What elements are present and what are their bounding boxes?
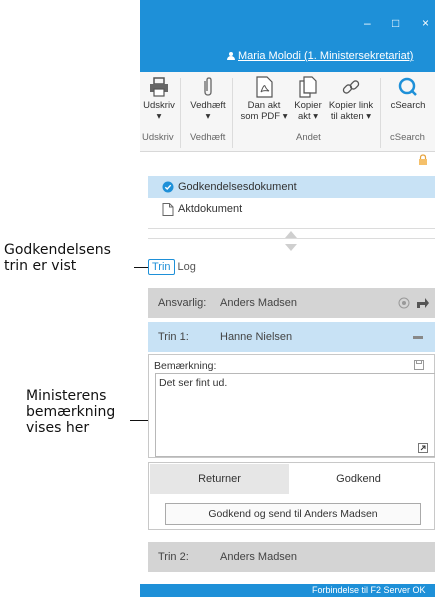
collapse-icon[interactable] (413, 336, 423, 339)
document-icon (162, 203, 174, 216)
step-label: Trin 2: (158, 551, 189, 563)
attach-label: Vedhæft (190, 100, 226, 111)
pdf-dropdown: som PDF ▾ (240, 111, 288, 122)
ribbon-separator (180, 78, 181, 148)
user-link[interactable]: Maria Molodi (1. Ministersekretariat) (238, 50, 413, 62)
search-icon (398, 77, 417, 96)
user-icon (227, 52, 235, 60)
copy-act-label: Kopier (294, 100, 322, 111)
reassign-icon[interactable] (416, 297, 430, 309)
copy-icon (299, 76, 317, 98)
pdf-label: Dan akt (247, 100, 281, 111)
link-icon (342, 80, 360, 94)
copy-act-dropdown: akt ▾ (297, 111, 319, 122)
check-circle-icon (162, 181, 174, 193)
tab-log[interactable]: Log (175, 260, 199, 274)
ribbon-separator (232, 78, 233, 148)
splitter-line (148, 238, 435, 239)
step-approver: Anders Madsen (220, 551, 298, 563)
print-button[interactable]: Udskriv ▾ (142, 76, 176, 122)
return-tab[interactable]: Returner (150, 464, 289, 494)
callout-steps: Godkendelsens trin er vist (4, 242, 111, 274)
attach-button[interactable]: Vedhæft ▾ (190, 76, 226, 122)
responsible-header: Ansvarlig: Anders Madsen (148, 288, 435, 318)
list-item[interactable]: Godkendelsesdokument (148, 176, 435, 198)
maximize-button[interactable]: □ (392, 16, 399, 30)
callout-remark-line3: vises her (26, 420, 90, 436)
attach-dropdown: ▾ (205, 111, 211, 122)
list-item[interactable]: Aktdokument (148, 198, 435, 220)
approve-send-button[interactable]: Godkend og send til Anders Madsen (165, 503, 421, 525)
step-1-header[interactable]: Trin 1: Hanne Nielsen (148, 322, 435, 352)
copy-act-button[interactable]: Kopier akt ▾ (292, 76, 324, 122)
approve-tab[interactable]: Godkend (289, 464, 428, 494)
pdf-icon (256, 76, 273, 98)
paperclip-icon (204, 77, 212, 96)
callout-remark-line2: bemærkning (26, 404, 116, 420)
status-bar: Forbindelse til F2 Server OK (140, 584, 435, 597)
step-label: Trin 1: (158, 331, 189, 343)
callout-remark: Ministerens bemærkning vises her (26, 388, 115, 436)
callout-steps-line2: trin er vist (4, 258, 77, 274)
step-2-header[interactable]: Trin 2: Anders Madsen (148, 542, 435, 572)
print-dropdown: ▾ (156, 111, 162, 122)
remark-panel: Bemærkning: Det ser fint ud. (148, 354, 435, 458)
ribbon: Udskriv ▾ Vedhæft ▾ Dan akt som PDF ▾ Ko… (140, 72, 435, 152)
pane-splitter[interactable] (148, 224, 435, 256)
remark-label: Bemærkning: (154, 360, 217, 372)
callout-steps-line1: Godkendelsens (4, 242, 111, 258)
responsible-name: Anders Madsen (220, 297, 298, 309)
save-icon[interactable] (414, 360, 424, 370)
document-name: Aktdokument (178, 203, 243, 215)
group-attach: Vedhæft (190, 132, 226, 143)
step-approver: Hanne Nielsen (220, 331, 293, 343)
title-bar: – □ × Maria Molodi (1. Ministersekretari… (140, 0, 435, 72)
document-list: Godkendelsesdokument Aktdokument (148, 176, 435, 220)
tab-steps[interactable]: Trin (148, 259, 175, 275)
print-label: Udskriv (143, 100, 175, 111)
csearch-button[interactable]: cSearch (388, 76, 428, 111)
group-print: Udskriv (142, 132, 174, 143)
expand-icon[interactable] (418, 443, 428, 453)
close-button[interactable]: × (422, 16, 429, 30)
remark-textarea[interactable]: Det ser fint ud. (155, 373, 435, 457)
printer-icon (150, 77, 168, 97)
f2-window: – □ × Maria Molodi (1. Ministersekretari… (140, 0, 435, 597)
minimize-button[interactable]: – (364, 16, 371, 30)
document-name: Godkendelsesdokument (178, 181, 297, 193)
lock-icon (419, 154, 427, 165)
group-other: Andet (296, 132, 321, 143)
copy-link-dropdown: til akten ▾ (330, 111, 372, 122)
detail-tabs: Trin Log (148, 257, 199, 277)
ribbon-separator (380, 78, 381, 148)
csearch-label: cSearch (390, 100, 426, 111)
copy-link-label: Kopier link (328, 100, 374, 111)
responsible-label: Ansvarlig: (158, 297, 207, 309)
splitter-arrows-icon (285, 231, 297, 251)
callout-remark-line1: Ministerens (26, 388, 107, 404)
action-panel: Returner Godkend Godkend og send til And… (148, 462, 435, 530)
eye-icon[interactable] (398, 297, 410, 309)
copy-link-button[interactable]: Kopier link til akten ▾ (328, 76, 374, 122)
group-csearch: cSearch (390, 132, 425, 143)
pdf-button[interactable]: Dan akt som PDF ▾ (240, 76, 288, 122)
